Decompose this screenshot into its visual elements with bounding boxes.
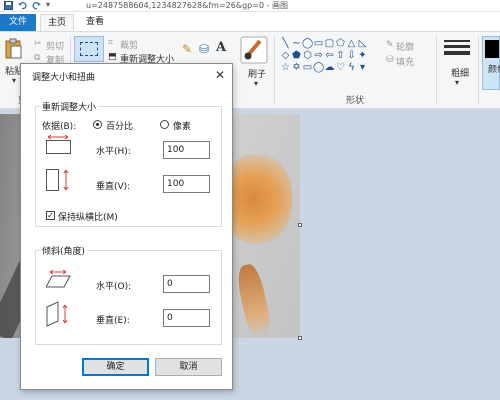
brush-icon[interactable] bbox=[240, 36, 268, 64]
fill-button[interactable]: 填充 bbox=[396, 55, 414, 68]
resize-group: 重新调整大小 依据(B): 百分比 像素 水平(H): 100 垂直(V): 1… bbox=[35, 100, 222, 227]
text-tool-icon[interactable]: A bbox=[216, 40, 226, 55]
pentagon-shape-icon[interactable]: ⬟ bbox=[291, 50, 302, 62]
undo-icon[interactable] bbox=[18, 1, 27, 10]
tab-file[interactable]: 文件 bbox=[0, 14, 36, 31]
fill-bucket-icon[interactable]: ⛁ bbox=[199, 42, 209, 56]
size-icon[interactable] bbox=[444, 38, 470, 60]
resize-vertical-input[interactable]: 100 bbox=[163, 175, 210, 193]
percent-label[interactable]: 百分比 bbox=[106, 119, 133, 132]
oval-shape-icon[interactable]: ◯ bbox=[302, 38, 313, 50]
polygon-shape-icon[interactable]: ⬠ bbox=[335, 38, 346, 50]
heart-shape-icon[interactable]: ♡ bbox=[335, 62, 346, 74]
hexagon-shape-icon[interactable]: ⬡ bbox=[302, 50, 313, 62]
paste-icon[interactable] bbox=[5, 38, 23, 60]
save-icon[interactable] bbox=[4, 1, 13, 10]
star4-shape-icon[interactable]: ✦ bbox=[357, 50, 368, 62]
ok-button[interactable]: 确定 bbox=[82, 358, 149, 376]
skew-legend: 倾斜(角度) bbox=[40, 244, 88, 257]
rectangle-shape-icon[interactable]: ▭ bbox=[313, 38, 324, 50]
skew-horizontal-input[interactable]: 0 bbox=[163, 275, 210, 293]
skew-vertical-input[interactable]: 0 bbox=[163, 309, 210, 327]
ribbon-tabs: 文件 主页 查看 bbox=[0, 12, 500, 31]
shapes-gallery[interactable]: ╲ ∼◯▭ ▢ ⬠ △ ◺ ◇ ⬟ ⬡ ⇨ ⇦ ⇧ ⇩ ✦ ☆ ✡ ▭◯☁ ♡ ϟ ▾ bbox=[280, 38, 380, 80]
keep-aspect-ratio-label[interactable]: 保持纵横比(M) bbox=[58, 210, 118, 223]
fill-icon: ⛁ bbox=[386, 55, 394, 65]
outline-button[interactable]: 轮廓 bbox=[396, 40, 414, 53]
resize-skew-dialog: 调整大小和扭曲 ✕ 重新调整大小 依据(B): 百分比 像素 水平(H): 10… bbox=[20, 63, 233, 390]
color1-label: 颜色 bbox=[488, 65, 500, 75]
keep-aspect-ratio-checkbox[interactable]: ✓ bbox=[46, 211, 55, 220]
ribbon-separator bbox=[436, 36, 437, 104]
resize-vertical-label: 垂直(V): bbox=[96, 182, 131, 192]
title-bar: ▾ u=2487588604,1234827628&fm=26&gp=0 - 画… bbox=[0, 0, 500, 12]
horizontal-resize-icon bbox=[46, 135, 71, 154]
arrow-left-shape-icon[interactable]: ⇦ bbox=[324, 50, 335, 62]
ribbon-separator bbox=[274, 36, 275, 104]
callout-cloud-shape-icon[interactable]: ☁ bbox=[324, 62, 335, 74]
skew-vertical-label: 垂直(E): bbox=[96, 316, 130, 326]
callout-oval-shape-icon[interactable]: ◯ bbox=[313, 62, 324, 74]
scroll-shapes-icon[interactable]: ▾ bbox=[357, 62, 368, 74]
callout-rect-shape-icon[interactable]: ▭ bbox=[302, 62, 313, 74]
brushes-dropdown-icon[interactable]: ▾ bbox=[254, 79, 258, 88]
arrow-down-shape-icon[interactable]: ⇩ bbox=[346, 50, 357, 62]
select-button[interactable] bbox=[74, 36, 104, 62]
ribbon-separator bbox=[478, 36, 479, 104]
skew-horizontal-label: 水平(O): bbox=[96, 282, 132, 292]
tab-home[interactable]: 主页 bbox=[40, 14, 74, 31]
curve-shape-icon[interactable]: ∼ bbox=[291, 38, 302, 50]
horizontal-skew-icon bbox=[46, 269, 71, 288]
percent-radio[interactable] bbox=[93, 120, 102, 129]
copy-icon: ⧉ bbox=[34, 53, 41, 63]
pixels-radio[interactable] bbox=[160, 120, 169, 129]
close-icon[interactable]: ✕ bbox=[213, 68, 227, 82]
shapes-group-label: 形状 bbox=[346, 96, 365, 106]
vertical-skew-icon bbox=[46, 301, 68, 327]
window-title: u=2487588604,1234827628&fm=26&gp=0 - 画图 bbox=[86, 1, 289, 10]
resize-horizontal-input[interactable]: 100 bbox=[163, 141, 210, 159]
vertical-resize-icon bbox=[46, 169, 69, 191]
resize-horizontal-label: 水平(H): bbox=[96, 147, 131, 157]
resize-handle-right[interactable] bbox=[298, 223, 302, 227]
customize-qat-icon[interactable]: ▾ bbox=[46, 0, 55, 9]
resize-legend: 重新调整大小 bbox=[40, 100, 99, 113]
size-dropdown-icon[interactable]: ▾ bbox=[455, 78, 459, 87]
outline-icon: ✎ bbox=[386, 40, 394, 50]
cancel-button[interactable]: 取消 bbox=[155, 358, 222, 376]
lightning-shape-icon[interactable]: ϟ bbox=[346, 62, 357, 74]
line-shape-icon[interactable]: ╲ bbox=[280, 38, 291, 50]
right-triangle-shape-icon[interactable]: ◺ bbox=[357, 38, 368, 50]
star6-shape-icon[interactable]: ✡ bbox=[291, 62, 302, 74]
diamond-shape-icon[interactable]: ◇ bbox=[280, 50, 291, 62]
resize-icon: ⬒ bbox=[108, 52, 117, 62]
pixels-label[interactable]: 像素 bbox=[173, 119, 191, 132]
cut-icon: ✂ bbox=[34, 39, 42, 49]
paste-dropdown-icon[interactable]: ▾ bbox=[12, 76, 16, 85]
dialog-title: 调整大小和扭曲 bbox=[32, 73, 96, 83]
color1-button[interactable]: 颜色 bbox=[482, 36, 500, 90]
triangle-shape-icon[interactable]: △ bbox=[346, 38, 357, 50]
arrow-right-shape-icon[interactable]: ⇨ bbox=[313, 50, 324, 62]
by-label: 依据(B): bbox=[42, 122, 77, 132]
tab-view[interactable]: 查看 bbox=[78, 14, 112, 31]
star5-shape-icon[interactable]: ☆ bbox=[280, 62, 291, 74]
resize-handle-corner[interactable] bbox=[298, 336, 302, 340]
skew-group: 倾斜(角度) 水平(O): 0 垂直(E): 0 bbox=[35, 244, 222, 345]
redo-icon[interactable] bbox=[32, 1, 41, 10]
cut-button[interactable]: 剪切 bbox=[46, 39, 64, 52]
crop-icon: ⌗ bbox=[108, 38, 114, 48]
size-label[interactable]: 粗细 bbox=[451, 66, 469, 79]
rounded-rect-shape-icon[interactable]: ▢ bbox=[324, 38, 335, 50]
pencil-icon[interactable]: ✎ bbox=[182, 42, 192, 56]
crop-button[interactable]: 裁剪 bbox=[120, 38, 138, 51]
arrow-up-shape-icon[interactable]: ⇧ bbox=[335, 50, 346, 62]
